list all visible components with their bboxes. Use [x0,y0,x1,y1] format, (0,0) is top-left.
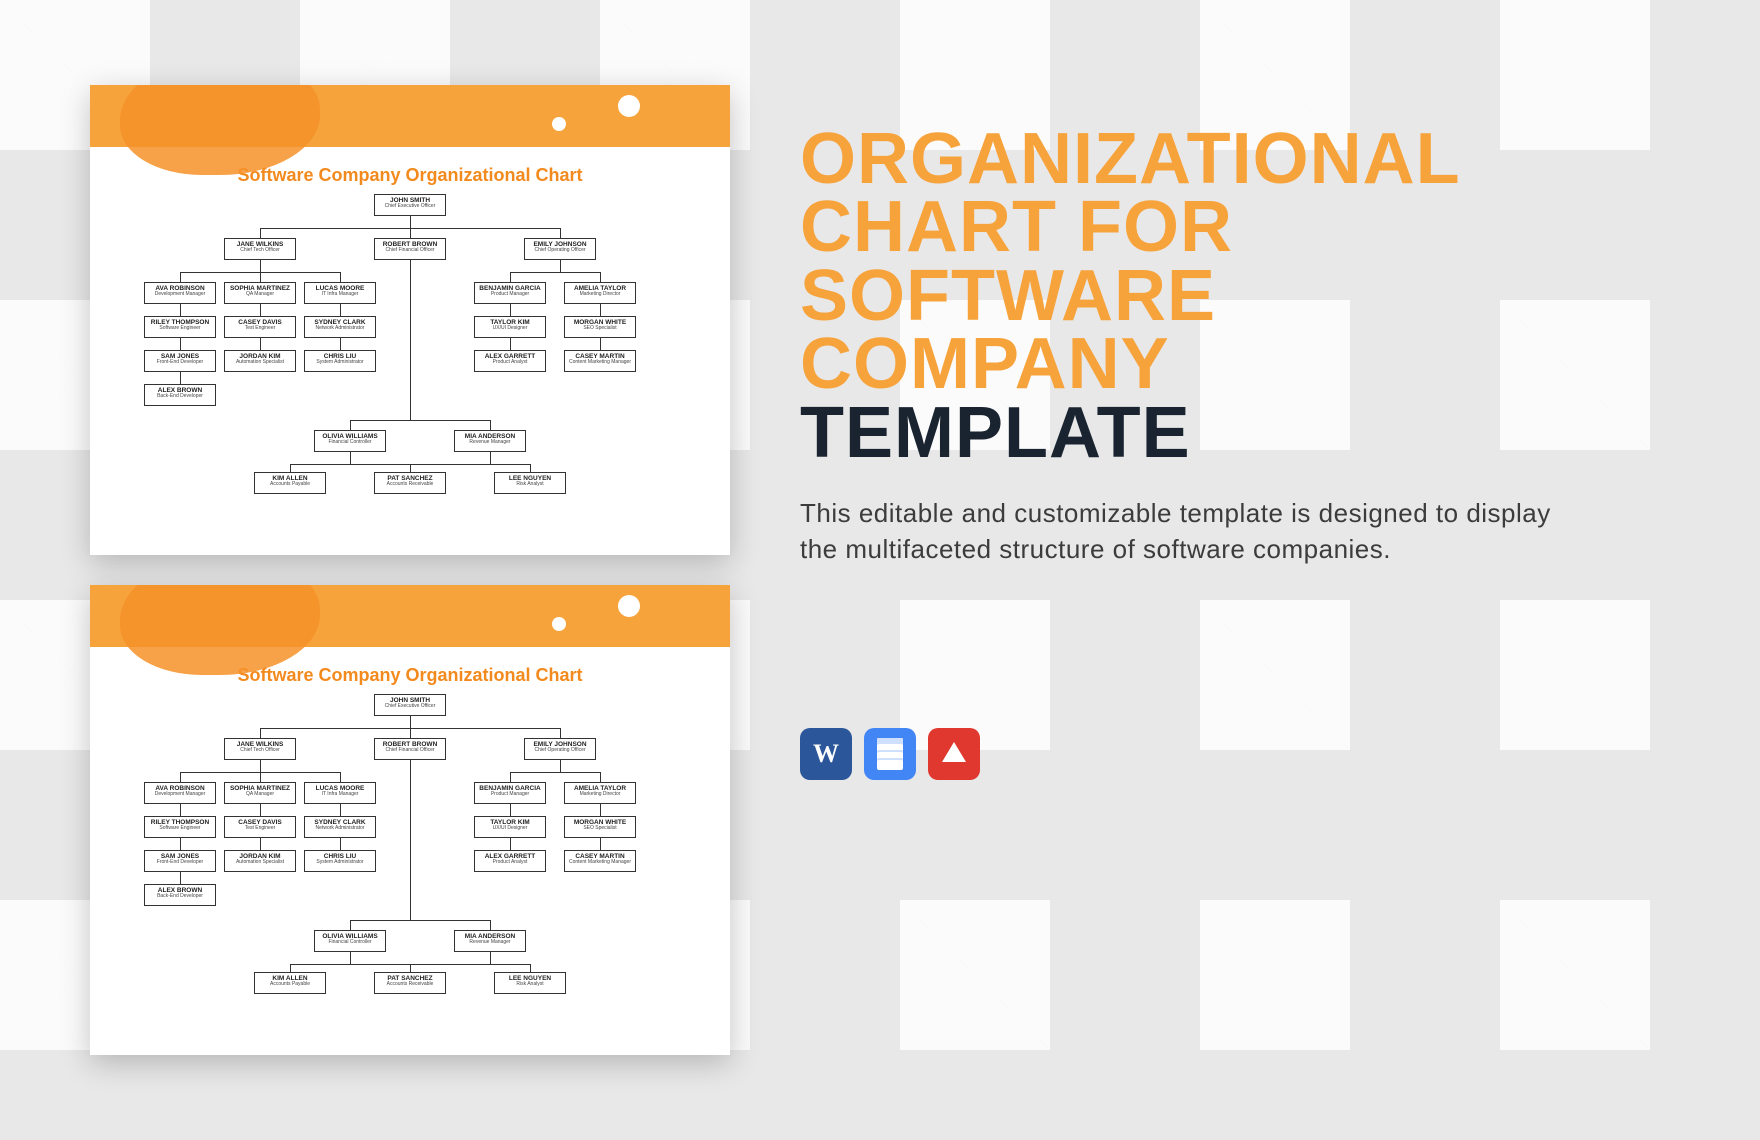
org-node: ROBERT BROWNChief Financial Officer [374,238,446,260]
org-node: BENJAMIN GARCIAProduct Manager [474,282,546,304]
org-node: LEE NGUYENRisk Analyst [494,972,566,994]
org-node: AVA ROBINSONDevelopment Manager [144,782,216,804]
slide-banner [90,85,730,147]
org-node: EMILY JOHNSONChief Operating Officer [524,738,596,760]
org-node: PAT SANCHEZAccounts Receivable [374,972,446,994]
org-node: MORGAN WHITESEO Specialist [564,816,636,838]
org-node: LUCAS MOOREIT Infra Manager [304,282,376,304]
org-node: CHRIS LIUSystem Administrator [304,350,376,372]
org-node: JORDAN KIMAutomation Specialist [224,350,296,372]
org-node: LUCAS MOOREIT Infra Manager [304,782,376,804]
org-chart: JOHN SMITHChief Executive Officer JANE WI… [90,194,730,554]
org-node: JANE WILKINSChief Tech Officer [224,738,296,760]
info-column: ORGANIZATIONAL CHART FOR SOFTWARE COMPAN… [800,85,1620,780]
org-node: JORDAN KIMAutomation Specialist [224,850,296,872]
org-node: EMILY JOHNSONChief Operating Officer [524,238,596,260]
description: This editable and customizable template … [800,495,1560,568]
org-node: MIA ANDERSONRevenue Manager [454,930,526,952]
org-node: SOPHIA MARTINEZQA Manager [224,782,296,804]
org-node: TAYLOR KIMUX/UI Designer [474,316,546,338]
org-node: MORGAN WHITESEO Specialist [564,316,636,338]
title-line: COMPANY [800,330,1620,398]
page: Software Company Organizational Chart JO… [0,35,1760,1105]
org-node: JOHN SMITHChief Executive Officer [374,194,446,216]
title-line: SOFTWARE [800,262,1620,330]
google-docs-icon [864,728,916,780]
preview-slide-2: Software Company Organizational Chart JO… [90,585,730,1055]
title-line-dark: TEMPLATE [800,399,1620,467]
org-node: LEE NGUYENRisk Analyst [494,472,566,494]
org-node: AVA ROBINSONDevelopment Manager [144,282,216,304]
org-node: CASEY DAVISTest Engineer [224,816,296,838]
org-node: ALEX BROWNBack-End Developer [144,384,216,406]
org-node: TAYLOR KIMUX/UI Designer [474,816,546,838]
app-icons [800,728,1620,780]
preview-column: Software Company Organizational Chart JO… [90,85,730,1055]
org-chart: JOHN SMITHChief Executive Officer JANE WI… [90,694,730,1054]
org-node: ALEX GARRETTProduct Analyst [474,850,546,872]
org-node: SOPHIA MARTINEZQA Manager [224,282,296,304]
org-node: BENJAMIN GARCIAProduct Manager [474,782,546,804]
org-node: SYDNEY CLARKNetwork Administrator [304,816,376,838]
org-node: SAM JONESFront-End Developer [144,850,216,872]
org-node: MIA ANDERSONRevenue Manager [454,430,526,452]
org-node: KIM ALLENAccounts Payable [254,972,326,994]
org-node: SYDNEY CLARKNetwork Administrator [304,316,376,338]
org-node: PAT SANCHEZAccounts Receivable [374,472,446,494]
title-line: CHART FOR [800,193,1620,261]
org-node: AMELIA TAYLORMarketing Director [564,282,636,304]
org-node: RILEY THOMPSONSoftware Engineer [144,816,216,838]
org-node: ROBERT BROWNChief Financial Officer [374,738,446,760]
org-node: JOHN SMITHChief Executive Officer [374,694,446,716]
org-node: CHRIS LIUSystem Administrator [304,850,376,872]
org-node: CASEY MARTINContent Marketing Manager [564,350,636,372]
preview-slide-1: Software Company Organizational Chart JO… [90,85,730,555]
org-node: ALEX GARRETTProduct Analyst [474,350,546,372]
title-line: ORGANIZATIONAL [800,125,1620,193]
org-node: ALEX BROWNBack-End Developer [144,884,216,906]
org-node: SAM JONESFront-End Developer [144,350,216,372]
slide-banner [90,585,730,647]
word-icon [800,728,852,780]
org-node: OLIVIA WILLIAMSFinancial Controller [314,430,386,452]
org-node: CASEY MARTINContent Marketing Manager [564,850,636,872]
org-node: KIM ALLENAccounts Payable [254,472,326,494]
org-node: CASEY DAVISTest Engineer [224,316,296,338]
org-node: JANE WILKINSChief Tech Officer [224,238,296,260]
pdf-icon [928,728,980,780]
org-node: OLIVIA WILLIAMSFinancial Controller [314,930,386,952]
org-node: AMELIA TAYLORMarketing Director [564,782,636,804]
org-node: RILEY THOMPSONSoftware Engineer [144,316,216,338]
